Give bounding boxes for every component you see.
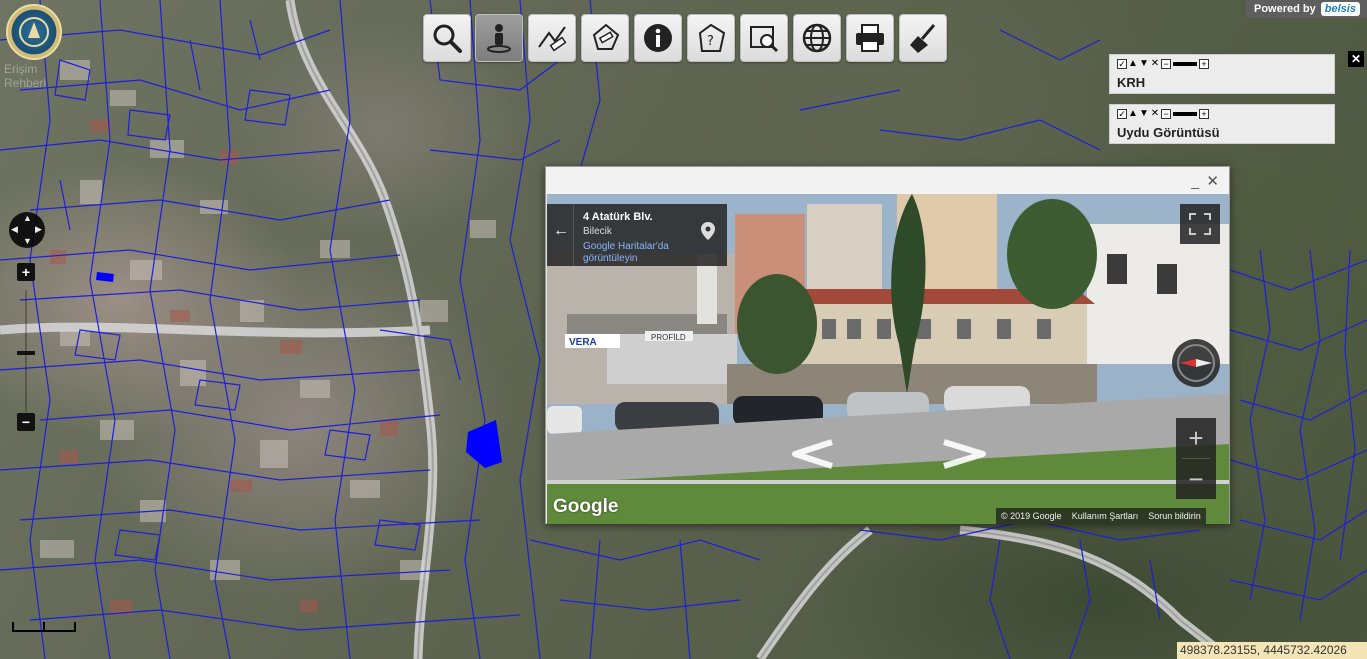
- compass[interactable]: [1172, 339, 1220, 387]
- map-pin-icon[interactable]: [701, 222, 715, 240]
- info-icon: [644, 24, 672, 52]
- opacity-minus-button[interactable]: −: [1161, 59, 1171, 69]
- streetview-zoom-out-button[interactable]: −: [1176, 459, 1216, 499]
- open-in-maps-link[interactable]: Google Haritalar'da görüntüleyin: [583, 241, 698, 265]
- streetview-panorama[interactable]: VERA PROFİLD ← 4 Atatürk Blv. Bilecik Go…: [547, 194, 1229, 524]
- layer-name: Uydu Görüntüsü: [1117, 125, 1220, 140]
- opacity-minus-button[interactable]: −: [1161, 109, 1171, 119]
- address-card: ← 4 Atatürk Blv. Bilecik Google Haritala…: [547, 204, 727, 266]
- compass-icon: [1177, 344, 1215, 382]
- map-zoom-out-button[interactable]: −: [17, 413, 35, 431]
- back-arrow-icon[interactable]: ←: [553, 222, 569, 240]
- logo-label: Erişim Rehberi: [4, 62, 47, 90]
- pan-up-icon[interactable]: ▲: [23, 214, 32, 223]
- streetview-titlebar[interactable]: _ ✕: [546, 167, 1229, 194]
- pan-right-icon[interactable]: ▶: [35, 225, 42, 234]
- layer-up-icon[interactable]: ▲: [1128, 59, 1138, 69]
- streetview-footer: © 2019 Google Kullanım Şartları Sorun bi…: [996, 508, 1206, 524]
- report-link[interactable]: Sorun bildirin: [1148, 511, 1201, 521]
- print-button[interactable]: [846, 14, 894, 62]
- streetview-close-button[interactable]: ✕: [1206, 172, 1219, 190]
- zoom-extent-button[interactable]: [740, 14, 788, 62]
- fullscreen-button[interactable]: [1180, 204, 1220, 244]
- layers-panel: ✕ ✓ ▲ ▼ ✕ − + KRH ✓ ▲ ▼ ✕ − + Uydu Görün…: [1100, 48, 1367, 148]
- layer-down-icon[interactable]: ▼: [1139, 59, 1149, 69]
- info-button[interactable]: [634, 14, 682, 62]
- map-zoom-in-button[interactable]: +: [17, 263, 35, 281]
- measure-distance-icon: [538, 26, 567, 52]
- layer-row-krh: ✓ ▲ ▼ ✕ − + KRH: [1109, 54, 1335, 94]
- layer-remove-icon[interactable]: ✕: [1150, 109, 1160, 119]
- broom-icon: [910, 24, 936, 53]
- query-button[interactable]: ?: [687, 14, 735, 62]
- person-streetview-icon: [487, 24, 511, 53]
- magnifier-icon: [433, 24, 462, 53]
- measure-distance-button[interactable]: [528, 14, 576, 62]
- scale-bar: [12, 622, 76, 636]
- globe-icon: [802, 23, 832, 53]
- city-line: Bilecik: [583, 226, 612, 237]
- powered-by-badge[interactable]: Powered by belsis: [1246, 0, 1367, 18]
- layer-remove-icon[interactable]: ✕: [1150, 59, 1160, 69]
- powered-by-text: Powered by: [1254, 3, 1316, 15]
- fullscreen-icon: [1189, 213, 1211, 235]
- opacity-plus-button[interactable]: +: [1199, 109, 1209, 119]
- coordinate-readout: 498378.23155, 4445732.42026: [1177, 642, 1367, 659]
- terms-link[interactable]: Kullanım Şartları: [1072, 511, 1139, 521]
- copyright-text: © 2019 Google: [1001, 511, 1062, 521]
- sign-vera: VERA: [569, 337, 597, 348]
- measure-area-icon: [592, 23, 620, 50]
- layer-checkbox[interactable]: ✓: [1117, 109, 1127, 119]
- layer-row-uydu: ✓ ▲ ▼ ✕ − + Uydu Görüntüsü: [1109, 104, 1335, 144]
- streetview-window: _ ✕ VERA PROFİLD ← 4 Atatürk Blv. Bileci…: [545, 166, 1230, 524]
- sign-profild: PROFİLD: [651, 333, 686, 342]
- streetview-zoom: + −: [1176, 418, 1216, 499]
- layer-checkbox[interactable]: ✓: [1117, 59, 1127, 69]
- measure-area-button[interactable]: [581, 14, 629, 62]
- pan-down-icon[interactable]: ▼: [23, 237, 32, 246]
- municipality-logo: [6, 4, 62, 60]
- zoom-extent-icon: [750, 26, 779, 53]
- clear-button[interactable]: [899, 14, 947, 62]
- pan-left-icon[interactable]: ◀: [11, 225, 18, 234]
- google-logo: Google: [553, 496, 619, 517]
- brand-logo: belsis: [1320, 2, 1360, 16]
- layer-up-icon[interactable]: ▲: [1128, 109, 1138, 119]
- layer-name: KRH: [1117, 75, 1146, 90]
- streetview-zoom-in-button[interactable]: +: [1176, 418, 1216, 458]
- streetview-button[interactable]: [475, 14, 523, 62]
- address-line: 4 Atatürk Blv.: [583, 211, 653, 223]
- minimize-button[interactable]: _: [1191, 173, 1199, 189]
- pan-control[interactable]: ▲ ▼ ◀ ▶: [9, 212, 45, 248]
- search-button[interactable]: [423, 14, 471, 62]
- zoom-slider-thumb[interactable]: [17, 351, 35, 355]
- svg-text:?: ?: [707, 34, 714, 49]
- opacity-slider[interactable]: [1173, 62, 1197, 66]
- layer-down-icon[interactable]: ▼: [1139, 109, 1149, 119]
- opacity-plus-button[interactable]: +: [1199, 59, 1209, 69]
- opacity-slider[interactable]: [1173, 112, 1197, 116]
- globe-button[interactable]: [793, 14, 841, 62]
- printer-icon: [856, 24, 884, 52]
- query-tag-icon: ?: [698, 23, 726, 52]
- layers-close-button[interactable]: ✕: [1348, 51, 1364, 67]
